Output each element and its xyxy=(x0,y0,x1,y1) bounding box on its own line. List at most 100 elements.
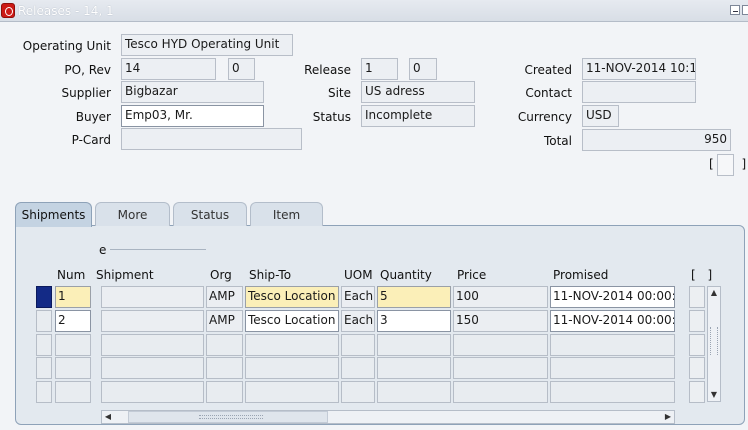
currency-label: Currency xyxy=(517,110,572,124)
table-cell-uom[interactable] xyxy=(341,334,375,356)
col-header-org: Org xyxy=(210,268,232,282)
window-title: Releases - 14, 1 xyxy=(18,4,114,18)
col-header-price: Price xyxy=(457,268,487,282)
hscroll-thumb-grip xyxy=(199,415,263,419)
record-indicator[interactable] xyxy=(36,310,52,332)
table-cell-org[interactable] xyxy=(206,334,243,356)
oracle-app-icon[interactable] xyxy=(1,3,15,18)
table-cell-org[interactable]: AMP xyxy=(206,286,243,308)
total-label: Total xyxy=(543,134,572,148)
tab-shipments[interactable]: Shipments xyxy=(15,202,92,227)
supplier-field[interactable]: Bigbazar xyxy=(121,81,264,103)
table-cell-shipment[interactable] xyxy=(101,381,204,403)
table-cell-promised[interactable] xyxy=(550,381,675,403)
table-cell-ship-to[interactable]: Tesco Location xyxy=(245,286,339,308)
table-cell-org[interactable]: AMP xyxy=(206,310,243,332)
table-cell-flexfield[interactable] xyxy=(689,310,705,332)
table-cell-ship-to[interactable] xyxy=(245,357,339,379)
record-indicator[interactable] xyxy=(36,357,52,379)
status-field[interactable]: Incomplete xyxy=(361,105,475,127)
horizontal-scroll-thumb[interactable] xyxy=(128,411,328,423)
site-label: Site xyxy=(327,86,351,100)
scroll-left-icon[interactable]: ◀ xyxy=(102,411,114,423)
po-number-field[interactable]: 14 xyxy=(121,58,216,80)
table-cell-flexfield[interactable] xyxy=(689,381,705,403)
table-cell-promised[interactable] xyxy=(550,357,675,379)
created-label: Created xyxy=(524,63,573,77)
table-cell-quantity[interactable] xyxy=(377,334,451,356)
table-cell-promised[interactable]: 11-NOV-2014 00:00:00 xyxy=(550,286,675,308)
col-header-uom: UOM xyxy=(344,268,373,282)
table-cell-price[interactable] xyxy=(453,381,548,403)
contact-label: Contact xyxy=(525,86,572,100)
buyer-field[interactable]: Emp03, Mr. xyxy=(121,105,264,127)
po-rev-label: PO, Rev xyxy=(64,63,111,77)
operating-unit-field[interactable]: Tesco HYD Operating Unit xyxy=(121,34,293,56)
supplier-label: Supplier xyxy=(61,86,111,100)
table-cell-ship-to[interactable] xyxy=(245,334,339,356)
header-flexfield-field[interactable] xyxy=(717,154,734,176)
table-cell-shipment[interactable] xyxy=(101,357,204,379)
tab-item[interactable]: Item xyxy=(250,202,323,226)
contact-field[interactable] xyxy=(582,81,696,103)
table-cell-shipment[interactable] xyxy=(101,286,204,308)
release-number-field[interactable]: 1 xyxy=(361,58,398,80)
minimize-icon[interactable] xyxy=(730,5,740,15)
status-label: Status xyxy=(312,110,351,124)
site-field[interactable]: US adress xyxy=(361,81,475,103)
table-cell-promised[interactable] xyxy=(550,334,675,356)
table-cell-uom[interactable] xyxy=(341,357,375,379)
table-cell-num[interactable] xyxy=(55,381,91,403)
table-cell-shipment[interactable] xyxy=(101,334,204,356)
tab-status[interactable]: Status xyxy=(173,202,247,226)
operating-unit-label: Operating Unit xyxy=(22,39,111,53)
scroll-up-icon[interactable]: ▲ xyxy=(708,287,720,299)
release-revision-field[interactable]: 0 xyxy=(409,58,437,80)
po-revision-field[interactable]: 0 xyxy=(228,58,255,80)
col-header-quantity: Quantity xyxy=(380,268,432,282)
buyer-label: Buyer xyxy=(75,110,111,124)
maximize-icon[interactable] xyxy=(742,5,748,15)
col-header-ship-to: Ship-To xyxy=(249,268,292,282)
table-cell-shipment[interactable] xyxy=(101,310,204,332)
table-cell-quantity[interactable]: 3 xyxy=(377,310,451,332)
table-cell-num[interactable]: 1 xyxy=(55,286,91,308)
scroll-right-icon[interactable]: ▶ xyxy=(662,411,674,423)
pcard-field[interactable] xyxy=(121,128,302,150)
table-cell-org[interactable] xyxy=(206,357,243,379)
pcard-label: P-Card xyxy=(71,133,111,147)
table-cell-price[interactable] xyxy=(453,357,548,379)
table-cell-price[interactable]: 100 xyxy=(453,286,548,308)
currency-field[interactable]: USD xyxy=(582,105,619,127)
table-cell-org[interactable] xyxy=(206,381,243,403)
record-indicator[interactable] xyxy=(36,286,52,308)
created-field[interactable]: 11-NOV-2014 10:14 xyxy=(582,58,696,80)
table-cell-ship-to[interactable]: Tesco Location xyxy=(245,310,339,332)
total-field[interactable]: 950 xyxy=(582,129,731,151)
table-cell-flexfield[interactable] xyxy=(689,286,705,308)
table-cell-num[interactable]: 2 xyxy=(55,310,91,332)
tab-more[interactable]: More xyxy=(95,202,170,226)
scroll-down-icon[interactable]: ▼ xyxy=(708,389,720,401)
col-header-flexfield: [ ] xyxy=(691,268,717,282)
table-cell-promised[interactable]: 11-NOV-2014 00:00:00 xyxy=(550,310,675,332)
table-cell-uom[interactable]: Each xyxy=(341,286,375,308)
record-indicator[interactable] xyxy=(36,381,52,403)
table-cell-num[interactable] xyxy=(55,334,91,356)
table-cell-price[interactable] xyxy=(453,334,548,356)
table-cell-quantity[interactable] xyxy=(377,357,451,379)
table-cell-quantity[interactable] xyxy=(377,381,451,403)
table-cell-ship-to[interactable] xyxy=(245,381,339,403)
table-cell-num[interactable] xyxy=(55,357,91,379)
table-cell-flexfield[interactable] xyxy=(689,334,705,356)
record-indicator[interactable] xyxy=(36,334,52,356)
vertical-scrollbar[interactable]: ▲ ▼ xyxy=(707,286,721,402)
table-cell-quantity[interactable]: 5 xyxy=(377,286,451,308)
table-cell-uom[interactable] xyxy=(341,381,375,403)
table-cell-uom[interactable]: Each xyxy=(341,310,375,332)
table-cell-flexfield[interactable] xyxy=(689,357,705,379)
table-cell-price[interactable]: 150 xyxy=(453,310,548,332)
shipment-group-label: e xyxy=(99,243,107,257)
col-header-num: Num xyxy=(57,268,86,282)
scroll-thumb-grip[interactable] xyxy=(710,327,718,355)
